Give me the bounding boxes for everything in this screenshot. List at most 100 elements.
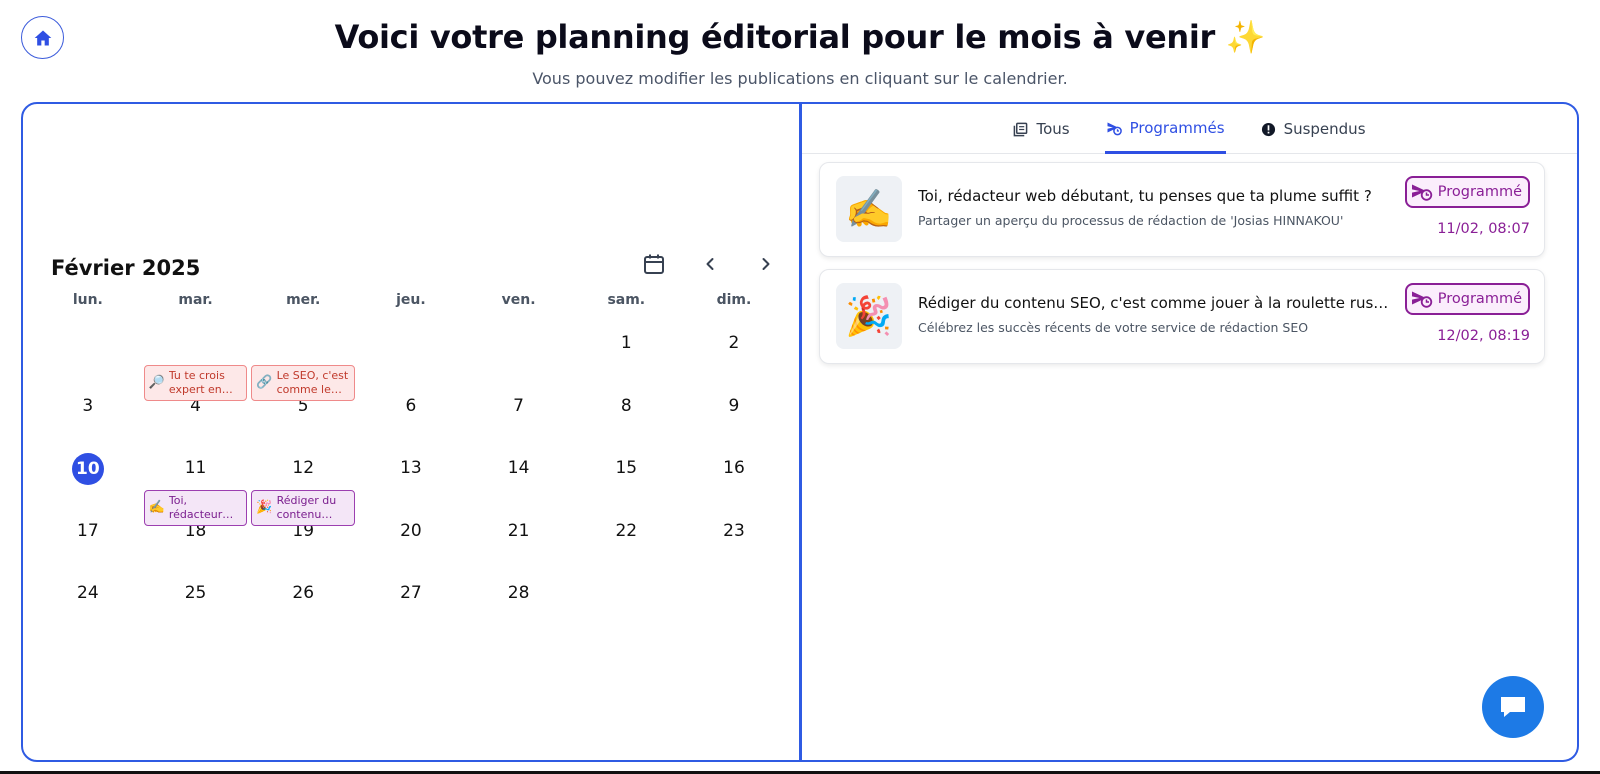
calendar-day-cell[interactable]: 10 bbox=[34, 441, 142, 504]
calendar-empty-cell bbox=[357, 316, 465, 379]
calendar-day-cell[interactable]: 3 bbox=[34, 379, 142, 442]
weekday-header-row: lun. mar. mer. jeu. ven. sam. dim. bbox=[34, 292, 788, 316]
weekday-label: ven. bbox=[501, 292, 536, 308]
weekday-label: jeu. bbox=[396, 292, 426, 308]
calendar-day-number: 7 bbox=[513, 395, 524, 416]
status-label: Programmé bbox=[1437, 184, 1522, 200]
scheduled-send-icon bbox=[1411, 291, 1432, 308]
calendar-grid: lun. mar. mer. jeu. ven. sam. dim. 1 2 3 4 🔎 Tu te … bbox=[34, 292, 788, 629]
event-emoji: 🔎 bbox=[148, 374, 165, 390]
calendar-day-cell[interactable]: 2 bbox=[680, 316, 788, 379]
calendar-day-number: 21 bbox=[507, 520, 530, 541]
alert-circle-icon bbox=[1261, 122, 1275, 136]
calendar-day-cell[interactable]: 19🎉Rédiger du contenu SEO, ... bbox=[249, 489, 357, 567]
calendar-day-cell[interactable]: 21 bbox=[465, 504, 573, 567]
calendar-toolbar bbox=[641, 250, 779, 278]
status-badge: Programmé bbox=[1404, 176, 1530, 208]
calendar-day-cell[interactable]: 8 bbox=[572, 379, 680, 442]
calendar-day-number: 25 bbox=[184, 583, 207, 603]
calendar-day-cell[interactable]: 14 bbox=[465, 441, 573, 504]
calendar-week-row: 17 18✍️Toi, rédacteur web débutant,...19🎉… bbox=[34, 489, 788, 567]
calendar-day-number: 1 bbox=[620, 333, 632, 353]
calendar-icon bbox=[644, 254, 664, 274]
calendar-day-cell[interactable]: 27 bbox=[357, 566, 465, 629]
calendar-day-number: 22 bbox=[615, 520, 638, 541]
tab-tous[interactable]: Tous bbox=[1012, 104, 1070, 154]
calendar-day-cell[interactable]: 26 bbox=[249, 566, 357, 629]
calendar-panel: Février 2025 lun. mar. mer. jeu. ven. sam. dim… bbox=[21, 102, 801, 762]
calendar-empty-cell bbox=[465, 316, 573, 379]
calendar-event[interactable]: 🎉Rédiger du contenu SEO, ... bbox=[251, 489, 356, 526]
calendar-day-cell[interactable]: 22 bbox=[572, 504, 680, 567]
calendar-today-number: 10 bbox=[71, 453, 104, 485]
post-description: Célébrez les succès récents de votre ser… bbox=[918, 320, 1309, 335]
chat-button[interactable] bbox=[1482, 676, 1544, 738]
calendar-day-cell[interactable]: 23 bbox=[680, 504, 788, 567]
calendar-day-cell[interactable]: 13 bbox=[357, 441, 465, 504]
weekday-label: dim. bbox=[716, 292, 752, 308]
event-emoji: 🎉 bbox=[256, 499, 273, 515]
calendar-day-cell[interactable]: 16 bbox=[680, 441, 788, 504]
tab-label: Suspendus bbox=[1283, 120, 1366, 138]
calendar-event[interactable]: ✍️Toi, rédacteur web débutant,... bbox=[143, 489, 248, 526]
weekday-label: mar. bbox=[178, 292, 213, 308]
chat-icon bbox=[1501, 697, 1525, 717]
calendar-day-number: 8 bbox=[620, 395, 632, 416]
calendar-day-cell[interactable]: 20 bbox=[357, 504, 465, 567]
calendar-day-number: 24 bbox=[77, 583, 99, 603]
post-card[interactable]: ✍️ Toi, rédacteur web débutant, tu pense… bbox=[819, 162, 1545, 257]
date-picker-button[interactable] bbox=[641, 250, 667, 278]
calendar-month-label: Février 2025 bbox=[51, 256, 201, 280]
calendar-day-number: 14 bbox=[507, 458, 530, 478]
calendar-day-number: 27 bbox=[400, 583, 422, 603]
calendar-day-number: 26 bbox=[292, 583, 315, 603]
post-thumbnail: 🎉 bbox=[836, 283, 902, 349]
scheduled-send-icon bbox=[1411, 184, 1432, 201]
page-subtitle: Vous pouvez modifier les publications en… bbox=[532, 69, 1068, 88]
calendar-day-cell[interactable]: 6 bbox=[357, 379, 465, 442]
calendar-day-number: 6 bbox=[405, 395, 417, 416]
calendar-event[interactable]: 🔎Tu te crois expert en SEO ... bbox=[143, 364, 248, 401]
calendar-event[interactable]: 🔗Le SEO, c'est comme le sexe... bbox=[251, 364, 356, 401]
calendar-day-number: 23 bbox=[723, 520, 745, 541]
calendar-day-cell[interactable]: 15 bbox=[572, 441, 680, 504]
weekday-label: mer. bbox=[286, 292, 321, 308]
previous-month-button[interactable] bbox=[697, 250, 723, 278]
calendar-day-number: 20 bbox=[400, 520, 422, 541]
tab-programmes[interactable]: Programmés bbox=[1104, 104, 1226, 154]
calendar-day-cell[interactable]: 7 bbox=[465, 379, 573, 442]
calendar-day-number: 16 bbox=[723, 458, 745, 478]
tab-suspendus[interactable]: Suspendus bbox=[1260, 104, 1367, 154]
calendar-day-cell[interactable]: 5🔗Le SEO, c'est comme le sexe... bbox=[249, 364, 357, 442]
posts-panel: Tous Programmés Suspendus ✍️ Toi, rédact… bbox=[799, 102, 1579, 762]
calendar-day-cell[interactable]: 25 bbox=[142, 566, 250, 629]
calendar-empty-cell bbox=[680, 566, 788, 629]
next-month-button[interactable] bbox=[753, 250, 779, 278]
post-description: Partager un aperçu du processus de rédac… bbox=[918, 213, 1344, 228]
post-date: 11/02, 08:07 bbox=[1437, 221, 1530, 237]
calendar-day-number: 9 bbox=[728, 395, 740, 416]
calendar-day-cell[interactable]: 17 bbox=[34, 504, 142, 567]
event-title: Tu te crois expert en SEO ... bbox=[168, 368, 225, 396]
event-title: Toi, rédacteur web débutant,... bbox=[168, 493, 223, 521]
calendar-day-cell[interactable]: 4🔎Tu te crois expert en SEO ... bbox=[142, 364, 250, 442]
post-filter-tabs: Tous Programmés Suspendus bbox=[802, 104, 1577, 154]
calendar-day-cell[interactable]: 28 bbox=[465, 566, 573, 629]
calendar-day-cell[interactable]: 1 bbox=[572, 316, 680, 379]
tab-label: Programmés bbox=[1129, 118, 1225, 137]
calendar-day-cell[interactable]: 9 bbox=[680, 379, 788, 442]
calendar-day-cell[interactable]: 24 bbox=[34, 566, 142, 629]
calendar-day-number: 12 bbox=[292, 458, 315, 478]
event-emoji: 🔗 bbox=[256, 374, 273, 390]
status-badge: Programmé bbox=[1404, 283, 1530, 315]
list-icon bbox=[1014, 122, 1028, 136]
page-title: Voici votre planning éditorial pour le m… bbox=[334, 18, 1266, 56]
calendar-day-number: 15 bbox=[615, 458, 638, 478]
calendar-day-number: 2 bbox=[728, 333, 740, 353]
scheduled-send-icon bbox=[1107, 122, 1122, 135]
chevron-left-icon bbox=[706, 258, 714, 270]
post-card[interactable]: 🎉 Rédiger du contenu SEO, c'est comme jo… bbox=[819, 269, 1545, 364]
weekday-label: lun. bbox=[72, 292, 103, 308]
tab-label: Tous bbox=[1036, 120, 1070, 138]
calendar-day-cell[interactable]: 18✍️Toi, rédacteur web débutant,... bbox=[142, 489, 250, 567]
